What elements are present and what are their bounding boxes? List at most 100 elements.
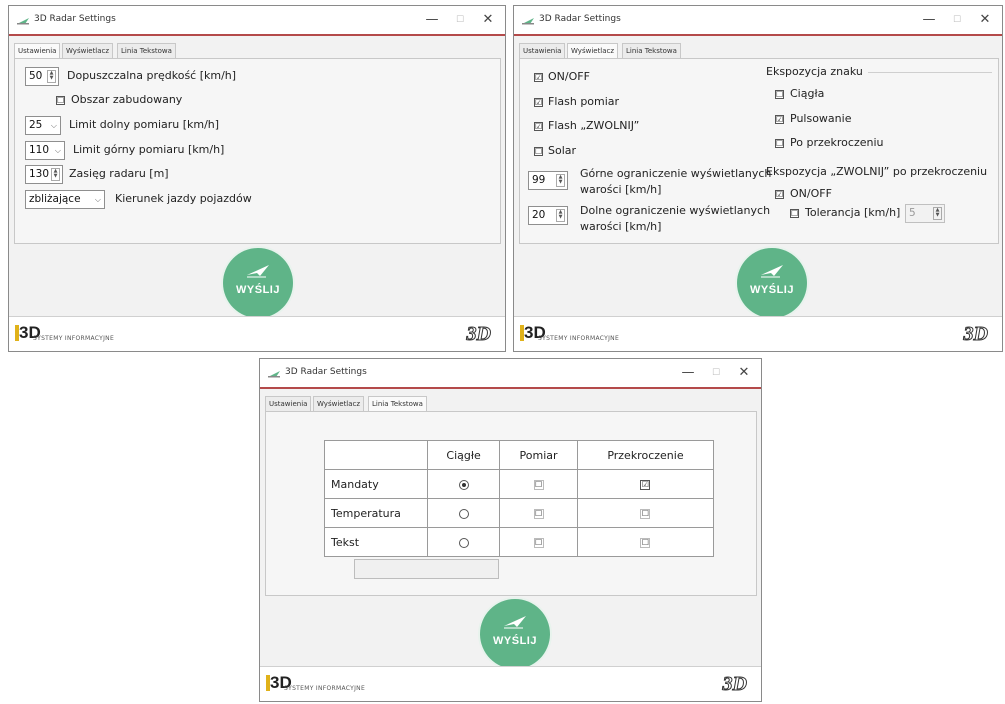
- cell-ciagle: [426, 527, 501, 557]
- chevron-down-icon: ⌵: [50, 121, 57, 130]
- logo-bar: [520, 325, 524, 341]
- send-button[interactable]: WYŚLIJ: [737, 248, 807, 318]
- ciagla-checkbox[interactable]: ☐: [775, 90, 784, 99]
- table-row: Tekst ☐ ☐: [324, 527, 715, 557]
- row-label-temperatura: Temperatura: [324, 498, 428, 528]
- tab-linia-tekstowa[interactable]: Linia Tekstowa: [117, 43, 176, 58]
- speed-label: Dopuszczalna prędkość [km/h]: [67, 69, 237, 82]
- app-icon: [17, 18, 29, 25]
- settings-panel: 50 ▲ ▼ Dopuszczalna prędkość [km/h] ☐ Obsz…: [14, 58, 501, 244]
- cell-przekroczenie: ☑: [576, 469, 715, 499]
- tab-wyswietlacz[interactable]: Wyświetlacz: [567, 43, 619, 59]
- tolerancja-checkbox[interactable]: ☐: [790, 209, 799, 218]
- minimize-icon[interactable]: —: [421, 10, 443, 30]
- upper-limit-combo[interactable]: 110 ⌵: [25, 141, 65, 160]
- spinner-arrows-icon[interactable]: ▲ ▼: [51, 168, 60, 181]
- close-icon[interactable]: ✕: [477, 10, 499, 30]
- builtup-label: Obszar zabudowany: [71, 93, 183, 106]
- maximize-icon[interactable]: ☐: [946, 10, 968, 30]
- title-bar[interactable]: 3D Radar Settings — ☐ ✕: [9, 6, 505, 36]
- ciagle-radio-temperatura[interactable]: [458, 508, 469, 519]
- cell-pomiar: ☐: [499, 498, 578, 528]
- spinner-arrows-icon[interactable]: ▲ ▼: [556, 174, 565, 187]
- upper-display-label-1: Górne ograniczenie wyświetlanych: [580, 167, 772, 180]
- speed-value: 50: [29, 70, 43, 82]
- lower-limit-label: Limit dolny pomiaru [km/h]: [69, 118, 220, 131]
- flash-pomiar-checkbox[interactable]: ☑: [534, 98, 543, 107]
- maximize-icon[interactable]: ☐: [705, 363, 727, 383]
- range-spinner[interactable]: 130 ▲ ▼: [25, 165, 63, 184]
- title-bar[interactable]: 3D Radar Settings — ☐ ✕: [260, 359, 761, 389]
- title-bar[interactable]: 3D Radar Settings — ☐ ✕: [514, 6, 1002, 36]
- header-cell-empty: [324, 440, 428, 470]
- spinner-arrows-icon[interactable]: ▲ ▼: [556, 209, 565, 222]
- pomiar-checkbox-temperatura[interactable]: ☐: [533, 508, 544, 519]
- pomiar-checkbox-mandaty[interactable]: ☐: [533, 479, 544, 490]
- tab-linia-tekstowa[interactable]: Linia Tekstowa: [622, 43, 681, 58]
- upper-limit-value: 110: [29, 144, 50, 156]
- close-icon[interactable]: ✕: [733, 363, 755, 383]
- ciagle-radio-tekst[interactable]: [458, 537, 469, 548]
- chevron-down-icon: ⌵: [94, 195, 101, 204]
- cell-przekroczenie: ☐: [576, 527, 715, 557]
- zwolnij-group-title: Ekspozycja „ZWOLNIJ” po przekroczeniu: [766, 165, 988, 178]
- cell-pomiar: ☐: [499, 469, 578, 499]
- tab-ustawienia[interactable]: Ustawienia: [519, 43, 566, 58]
- logo-subtitle: SYSTEMY INFORMACYJNE: [33, 335, 115, 342]
- tab-wyswietlacz[interactable]: Wyświetlacz: [313, 396, 365, 411]
- tab-ustawienia[interactable]: Ustawienia: [265, 396, 312, 411]
- pulsowanie-checkbox[interactable]: ☑: [775, 115, 784, 124]
- builtup-checkbox[interactable]: ☐: [56, 96, 65, 105]
- przekroczenie-checkbox-tekst[interactable]: ☐: [640, 537, 651, 548]
- footer: 3D SYSTEMY INFORMACYJNE 3D: [9, 316, 505, 351]
- tab-linia-tekstowa[interactable]: Linia Tekstowa: [368, 396, 427, 412]
- chevron-down-icon: ⌵: [54, 146, 61, 155]
- przekroczenie-checkbox-mandaty[interactable]: ☑: [640, 479, 651, 490]
- header-przekroczenie: Przekroczenie: [576, 440, 715, 470]
- pomiar-checkbox-tekst[interactable]: ☐: [533, 537, 544, 548]
- lower-display-spinner[interactable]: 20 ▲ ▼: [528, 206, 568, 225]
- flash-zwolnij-checkbox[interactable]: ☑: [534, 122, 543, 131]
- text-input[interactable]: [354, 559, 499, 579]
- lower-display-label-1: Dolne ograniczenie wyświetlanych: [580, 204, 771, 217]
- app-icon: [522, 18, 534, 25]
- speed-spinner[interactable]: 50 ▲ ▼: [25, 67, 59, 86]
- window-title: 3D Radar Settings: [539, 14, 621, 24]
- text-line-panel: Ciągłe Pomiar Przekroczenie Mandaty ☐ ☑ …: [265, 411, 757, 596]
- upper-limit-label: Limit górny pomiaru [km/h]: [73, 143, 225, 156]
- logo-subtitle: SYSTEMY INFORMACYJNE: [284, 685, 366, 692]
- solar-checkbox[interactable]: ☐: [534, 147, 543, 156]
- logo-3d-right: 3D: [963, 323, 988, 346]
- send-label: WYŚLIJ: [236, 284, 280, 296]
- zwolnij-onoff-label: ON/OFF: [790, 187, 832, 200]
- upper-display-spinner[interactable]: 99 ▲ ▼: [528, 171, 568, 190]
- lower-limit-combo[interactable]: 25 ⌵: [25, 116, 61, 135]
- tab-ustawienia[interactable]: Ustawienia: [14, 43, 61, 59]
- direction-combo[interactable]: zbliżające ⌵: [25, 190, 105, 209]
- minimize-icon[interactable]: —: [677, 363, 699, 383]
- ciagle-radio-mandaty[interactable]: [458, 479, 469, 490]
- settings-window-wyswietlacz: 3D Radar Settings — ☐ ✕ Ustawienia Wyświ…: [513, 5, 1003, 352]
- footer: 3D SYSTEMY INFORMACYJNE 3D: [260, 666, 761, 701]
- paper-plane-icon: [504, 616, 526, 629]
- cell-pomiar: ☐: [499, 527, 578, 557]
- maximize-icon[interactable]: ☐: [449, 10, 471, 30]
- direction-value: zbliżające: [29, 193, 81, 205]
- zwolnij-onoff-checkbox[interactable]: ☑: [775, 190, 784, 199]
- tolerancja-spinner[interactable]: 5 ▲ ▼: [905, 204, 945, 223]
- spinner-arrows-icon[interactable]: ▲ ▼: [47, 70, 56, 83]
- onoff-checkbox[interactable]: ☑: [534, 73, 543, 82]
- tab-wyswietlacz[interactable]: Wyświetlacz: [62, 43, 114, 58]
- settings-window-ustawienia: 3D Radar Settings — ☐ ✕ Ustawienia Wyświ…: [8, 5, 506, 352]
- exposure-group-title: Ekspozycja znaku: [766, 65, 863, 78]
- table-row: Mandaty ☐ ☑: [324, 469, 715, 499]
- minimize-icon[interactable]: —: [918, 10, 940, 30]
- po-przekroczeniu-label: Po przekroczeniu: [790, 136, 884, 149]
- close-icon[interactable]: ✕: [974, 10, 996, 30]
- spinner-arrows-icon[interactable]: ▲ ▼: [933, 207, 942, 220]
- lower-display-label-2: warości [km/h]: [580, 220, 662, 233]
- send-button[interactable]: WYŚLIJ: [480, 599, 550, 669]
- send-button[interactable]: WYŚLIJ: [223, 248, 293, 318]
- po-przekroczeniu-checkbox[interactable]: ☐: [775, 139, 784, 148]
- przekroczenie-checkbox-temperatura[interactable]: ☐: [640, 508, 651, 519]
